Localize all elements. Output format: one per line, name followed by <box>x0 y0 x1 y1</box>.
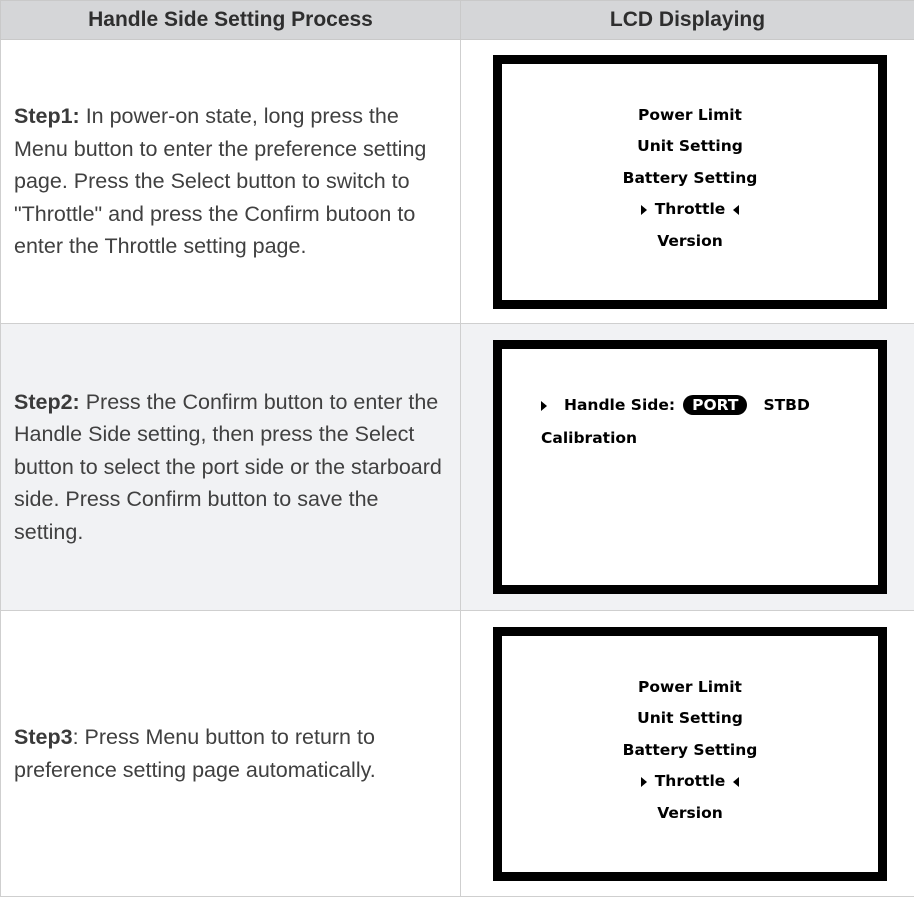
step2-cell: Step2: Press the Confirm button to enter… <box>1 324 461 611</box>
lcd2-cell: Handle Side: PORT STBD Calibration <box>461 324 914 611</box>
lcd-menu-throttle: Throttle <box>655 200 726 218</box>
step3-text: Step3: Press Menu button to return to pr… <box>1 721 460 786</box>
table-header-row: Handle Side Setting Process LCD Displayi… <box>1 1 914 40</box>
lcd-screen-menu: Power Limit Unit Setting Battery Setting… <box>493 55 887 309</box>
lcd-option-port-selected: PORT <box>683 395 747 415</box>
lcd-menu-battery-setting: Battery Setting <box>623 735 758 767</box>
lcd-menu-power-limit: Power Limit <box>638 672 742 704</box>
selection-right-arrow-icon <box>541 401 547 411</box>
lcd-screen-menu-return: Power Limit Unit Setting Battery Setting… <box>493 627 887 881</box>
step1-text: Step1: In power-on state, long press the… <box>1 100 460 263</box>
lcd-menu-power-limit: Power Limit <box>638 100 742 132</box>
lcd-handle-side-line: Handle Side: PORT STBD <box>541 389 878 422</box>
lcd-menu-throttle-selected: Throttle <box>641 194 740 226</box>
table-row: Step2: Press the Confirm button to enter… <box>1 324 914 611</box>
lcd-menu-throttle-selected: Throttle <box>641 766 740 798</box>
lcd1-cell: Power Limit Unit Setting Battery Setting… <box>461 40 914 324</box>
selection-left-arrow-icon <box>733 777 739 787</box>
lcd-menu-unit-setting: Unit Setting <box>637 703 743 735</box>
lcd-handle-side-label: Handle Side: <box>564 396 675 414</box>
lcd-menu-throttle: Throttle <box>655 772 726 790</box>
lcd-option-stbd: STBD <box>763 396 809 414</box>
lcd-menu-unit-setting: Unit Setting <box>637 131 743 163</box>
handle-side-table: Handle Side Setting Process LCD Displayi… <box>0 0 914 897</box>
lcd-menu-version: Version <box>657 798 723 830</box>
header-lcd: LCD Displaying <box>461 1 914 40</box>
step1-cell: Step1: In power-on state, long press the… <box>1 40 461 324</box>
selection-right-arrow-icon <box>641 205 647 215</box>
step2-text: Step2: Press the Confirm button to enter… <box>1 386 460 549</box>
step2-label: Step2: <box>14 390 80 414</box>
lcd3-cell: Power Limit Unit Setting Battery Setting… <box>461 611 914 897</box>
table-row: Step3: Press Menu button to return to pr… <box>1 611 914 897</box>
table-row: Step1: In power-on state, long press the… <box>1 40 914 324</box>
selection-right-arrow-icon <box>641 777 647 787</box>
step1-label: Step1: <box>14 104 80 128</box>
lcd-calibration: Calibration <box>541 422 878 455</box>
lcd-screen-throttle: Handle Side: PORT STBD Calibration <box>493 340 887 594</box>
step3-label: Step3 <box>14 725 73 749</box>
step3-cell: Step3: Press Menu button to return to pr… <box>1 611 461 897</box>
header-process: Handle Side Setting Process <box>1 1 461 40</box>
selection-left-arrow-icon <box>733 205 739 215</box>
lcd-menu-version: Version <box>657 226 723 258</box>
lcd-menu-battery-setting: Battery Setting <box>623 163 758 195</box>
